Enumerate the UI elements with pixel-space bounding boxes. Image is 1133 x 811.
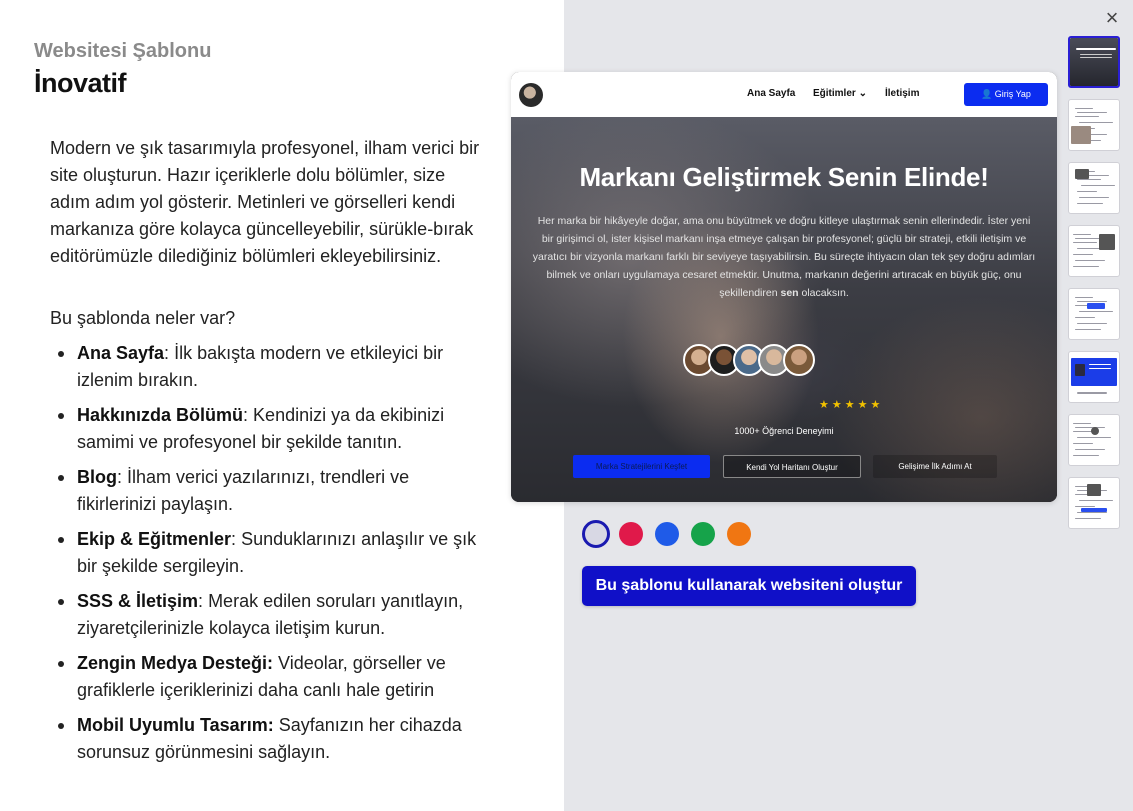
create-website-button[interactable]: Bu şablonu kullanarak websiteni oluştur xyxy=(582,566,916,606)
info-panel: Websitesi Şablonu İnovatif Modern ve şık… xyxy=(0,0,564,811)
preview-navbar: Ana Sayfa Eğitimler ⌄ İletişim 👤 Giriş Y… xyxy=(511,72,1057,117)
page-thumbnail[interactable] xyxy=(1068,351,1120,403)
feature-item: Mobil Uyumlu Tasarım: Sayfanızın her cih… xyxy=(50,712,490,766)
color-swatch[interactable] xyxy=(619,522,643,546)
feature-item: SSS & İletişim: Merak edilen soruları ya… xyxy=(50,588,490,642)
logo-avatar xyxy=(519,83,543,107)
nav-trainings: Eğitimler ⌄ xyxy=(813,88,867,99)
page-thumbnail[interactable] xyxy=(1068,414,1120,466)
features-heading: Bu şablonda neler var? xyxy=(50,308,236,328)
template-preview[interactable]: Ana Sayfa Eğitimler ⌄ İletişim 👤 Giriş Y… xyxy=(511,72,1057,502)
hero-headline: Markanı Geliştirmek Senin Elinde! xyxy=(579,162,989,192)
page-thumbnail[interactable] xyxy=(1068,36,1120,88)
template-subtitle: Websitesi Şablonu xyxy=(34,40,212,62)
hero-text: Her marka bir hikâyeyle doğar, ama onu b… xyxy=(532,215,1036,299)
color-swatch[interactable] xyxy=(582,520,610,548)
color-swatch[interactable] xyxy=(691,522,715,546)
page-thumbnail[interactable] xyxy=(1068,225,1120,277)
nav-contact: İletişim xyxy=(885,88,920,99)
cta-roadmap: Kendi Yol Haritanı Oluştur xyxy=(723,455,861,478)
template-title: İnovatif xyxy=(34,68,127,98)
page-thumbnail[interactable] xyxy=(1068,162,1120,214)
feature-item: Ekip & Eğitmenler: Sunduklarınızı anlaşı… xyxy=(50,526,490,580)
cta-discover: Marka Stratejilerini Keşfet xyxy=(573,455,710,478)
page-thumbnail[interactable] xyxy=(1068,288,1120,340)
close-icon[interactable]: × xyxy=(1102,7,1122,29)
rating-stars: ★★★★★ xyxy=(819,399,884,411)
features-list: Ana Sayfa: İlk bakışta modern ve etkiley… xyxy=(50,340,490,774)
cta-first-step: Gelişime İlk Adımı At xyxy=(873,455,997,478)
login-button: 👤 Giriş Yap xyxy=(964,83,1048,106)
feature-item: Zengin Medya Desteği: Videolar, görselle… xyxy=(50,650,490,704)
color-swatch[interactable] xyxy=(727,522,751,546)
feature-item: Hakkınızda Bölümü: Kendinizi ya da ekibi… xyxy=(50,402,490,456)
nav-home: Ana Sayfa xyxy=(747,88,796,99)
page-thumbnail[interactable] xyxy=(1068,99,1120,151)
template-description: Modern ve şık tasarımıyla profesyonel, i… xyxy=(50,138,480,266)
page-thumbnail[interactable] xyxy=(1068,477,1120,529)
feature-item: Blog: İlham verici yazılarınızı, trendle… xyxy=(50,464,490,518)
avatar xyxy=(783,344,815,376)
students-count: 1000+ Öğrenci Deneyimi xyxy=(734,426,834,436)
color-swatch[interactable] xyxy=(655,522,679,546)
feature-item: Ana Sayfa: İlk bakışta modern ve etkiley… xyxy=(50,340,490,394)
